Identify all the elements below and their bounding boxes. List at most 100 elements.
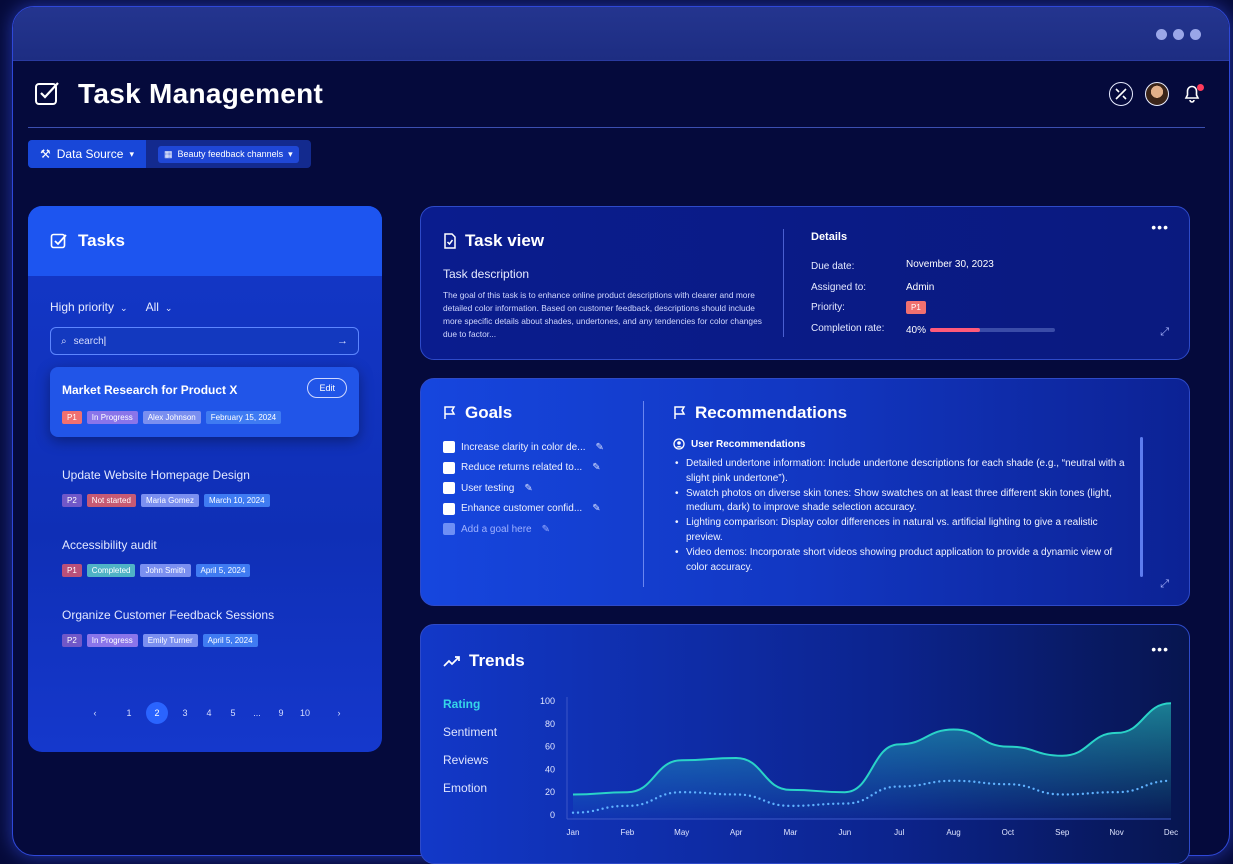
priority-label: Priority: [811, 302, 845, 313]
task-view-title: Task view [465, 231, 545, 250]
status-badge: Completed [86, 564, 136, 577]
pagination-prev[interactable]: ‹ [88, 708, 102, 718]
completion-value: 40% [906, 325, 927, 336]
completion-progress-fill [930, 328, 980, 332]
priority-filter[interactable]: High priority ⌄ [50, 300, 128, 314]
pencil-icon[interactable]: ✎ [596, 442, 604, 453]
metric-tab-sentiment[interactable]: Sentiment [443, 725, 497, 739]
tools-icon[interactable] [1109, 82, 1133, 106]
x-tick-label: Oct [1002, 828, 1015, 837]
search-icon: ⌕ [61, 335, 67, 347]
trends-title: Trends [469, 651, 525, 670]
trend-chart: 100 80 60 40 20 0 Jan Feb May Apr Mar Jun Jul Aug Oct S… [540, 696, 1178, 837]
pencil-icon[interactable]: ✎ [524, 483, 532, 494]
metric-tab-rating[interactable]: Rating [443, 697, 480, 711]
status-badge: Not started [86, 494, 136, 507]
building-icon: ▦ [164, 148, 173, 159]
goal-item[interactable]: Reduce returns related to... ✎ [443, 458, 604, 479]
goal-label: Enhance customer confid... [461, 503, 583, 515]
task-checkbox-icon [50, 233, 67, 249]
tools-icon: ⚒ [40, 147, 51, 161]
tasks-title: Tasks [78, 231, 125, 250]
flag-icon [674, 406, 686, 419]
tasks-header: Tasks [28, 206, 382, 276]
task-card[interactable]: Market Research for Product X Edit P1 In… [50, 367, 359, 437]
goals-panel: Goals Increase clarity in color de... ✎ R… [420, 378, 1190, 606]
data-source-button[interactable]: ⚒ Data Source ▾ [28, 140, 146, 168]
page-4[interactable]: 4 [202, 708, 216, 718]
x-tick-label: Jan [567, 828, 580, 837]
y-tick-label: 20 [545, 787, 555, 797]
x-tick-label: Mar [784, 828, 798, 837]
pencil-icon[interactable]: ✎ [592, 503, 600, 514]
arrow-right-icon[interactable]: → [337, 335, 348, 347]
y-tick-label: 0 [550, 810, 555, 820]
tasks-panel: Tasks High priority ⌄ All ⌄ ⌕ search | → Ma… [28, 206, 382, 752]
page-10[interactable]: 10 [298, 708, 312, 718]
bell-icon[interactable] [1181, 82, 1205, 106]
assignee-badge: Maria Gomez [140, 494, 199, 507]
page-1[interactable]: 1 [122, 708, 136, 718]
more-options-icon[interactable]: ••• [1151, 219, 1169, 235]
window-dot-3[interactable] [1190, 29, 1201, 40]
priority-badge: P2 [62, 494, 82, 507]
metric-tab-reviews[interactable]: Reviews [443, 753, 488, 767]
recommendations-subtitle: User Recommendations [691, 438, 806, 450]
pencil-icon[interactable]: ✎ [542, 524, 550, 535]
search-input[interactable]: ⌕ search | → [50, 327, 359, 355]
goal-checkbox[interactable] [443, 441, 455, 454]
edit-button[interactable]: Edit [307, 378, 347, 398]
window-dot-1[interactable] [1156, 29, 1167, 40]
window-titlebar [13, 7, 1229, 61]
task-checkbox-icon [35, 82, 59, 105]
chevron-down-icon: ▾ [129, 148, 134, 159]
goal-label: Reduce returns related to... [461, 462, 583, 474]
flag-icon [444, 406, 456, 419]
goal-checkbox[interactable] [443, 461, 455, 474]
goal-label: User testing [461, 482, 515, 494]
document-check-icon [444, 233, 456, 249]
task-view-panel: Task view Task description The goal of t… [420, 206, 1190, 360]
recommendations-title: Recommendations [695, 403, 848, 422]
goal-item[interactable]: User testing ✎ [443, 478, 604, 499]
scope-filter[interactable]: All ⌄ [146, 300, 173, 314]
avatar[interactable] [1145, 82, 1169, 106]
page-5[interactable]: 5 [226, 708, 240, 718]
goal-checkbox[interactable] [443, 482, 455, 495]
channel-label: Beauty feedback channels [177, 149, 284, 159]
data-source-label: Data Source [56, 147, 124, 161]
expand-icon[interactable]: ⤢ [1160, 578, 1169, 591]
page-9[interactable]: 9 [274, 708, 288, 718]
window-controls[interactable] [1156, 29, 1201, 40]
task-title: Accessibility audit [62, 538, 157, 552]
goal-item[interactable]: Increase clarity in color de... ✎ [443, 437, 604, 458]
channel-select[interactable]: ▦ Beauty feedback channels ▾ [158, 145, 299, 163]
date-badge: February 15, 2024 [205, 411, 282, 424]
trends-panel: Trends Rating Sentiment Reviews Emotion … [420, 624, 1190, 864]
priority-badge: P2 [62, 634, 82, 647]
expand-icon[interactable]: ⤢ [1160, 326, 1169, 339]
recommendation-item: Lighting comparison: Display color diffe… [675, 516, 1135, 546]
page-2-current[interactable]: 2 [146, 702, 168, 724]
goals-title: Goals [465, 403, 513, 422]
window-dot-2[interactable] [1173, 29, 1184, 40]
goal-item[interactable]: Enhance customer confid... ✎ [443, 499, 604, 520]
status-badge: In Progress [86, 634, 138, 647]
more-options-icon[interactable]: ••• [1151, 641, 1169, 657]
goal-checkbox[interactable] [443, 502, 455, 515]
goal-label: Increase clarity in color de... [461, 441, 586, 453]
scrollbar[interactable] [1140, 437, 1143, 577]
assigned-label: Assigned to: [811, 282, 867, 293]
add-goal-input[interactable]: Add a goal here ✎ [443, 519, 604, 540]
search-value: search [73, 335, 104, 347]
pagination-next[interactable]: › [332, 708, 346, 718]
pencil-icon[interactable]: ✎ [592, 462, 600, 473]
metric-tab-emotion[interactable]: Emotion [443, 781, 487, 795]
trend-up-icon [443, 656, 460, 667]
recommendation-list: Detailed undertone information: Include … [675, 457, 1135, 575]
priority-filter-label: High priority [50, 300, 115, 314]
page-3[interactable]: 3 [178, 708, 192, 718]
y-tick-label: 60 [545, 742, 555, 752]
task-title: Update Website Homepage Design [62, 468, 250, 482]
date-badge: April 5, 2024 [195, 564, 251, 577]
